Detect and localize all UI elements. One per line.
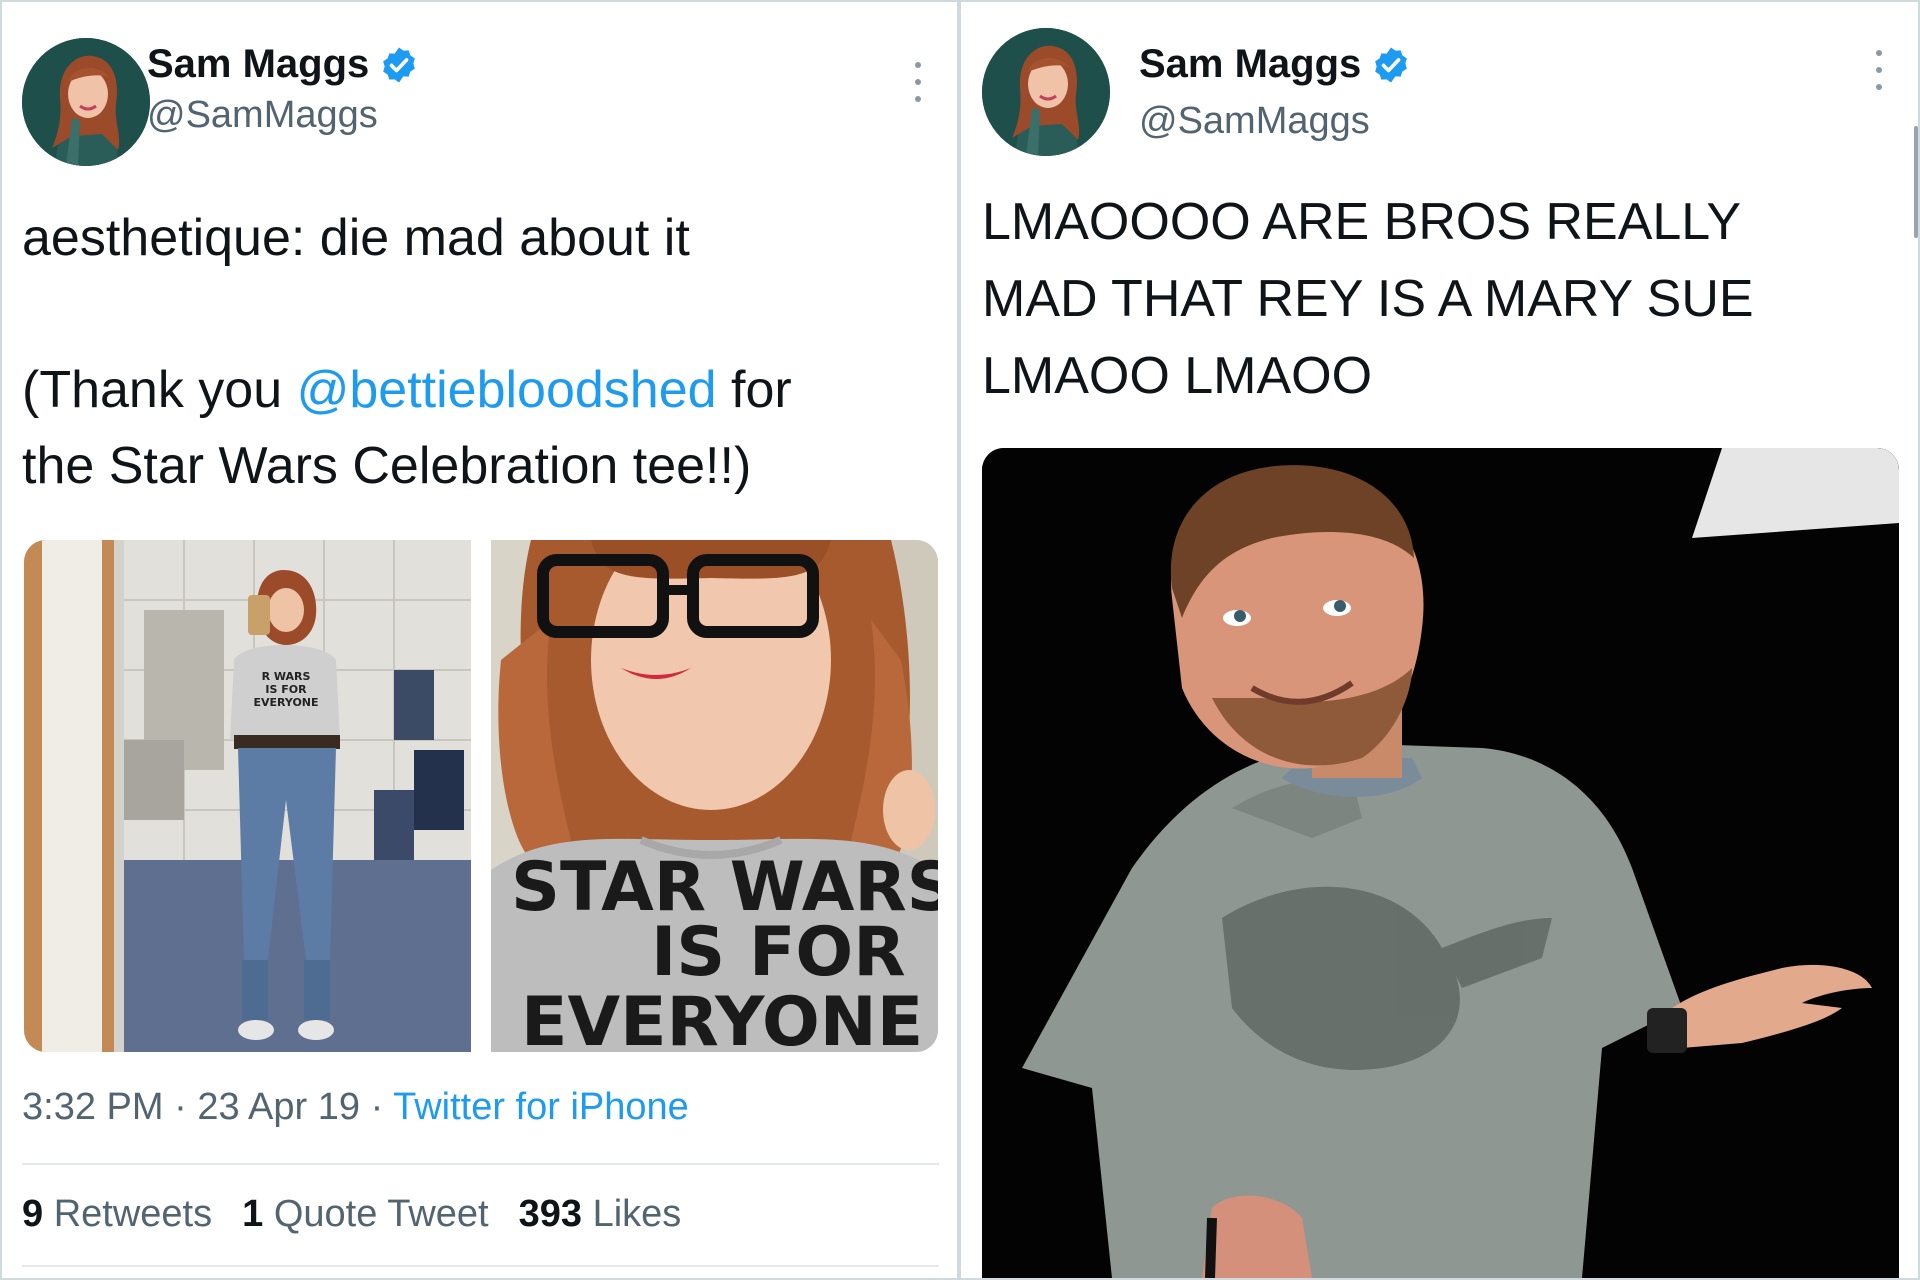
tweet-left: Sam Maggs @SamMaggs aesthetique: die mad…: [2, 0, 957, 1280]
meta-separator: ·: [174, 1086, 187, 1128]
tweet-text-line-2: MAD THAT REY IS A MARY SUE: [982, 270, 1754, 328]
tweet-text-line-2: (Thank you @bettiebloodshed for: [22, 352, 792, 428]
shrugging-man-image: [982, 448, 1899, 1278]
tweet-time[interactable]: 3:32 PM: [22, 1086, 164, 1128]
retweets-label: Retweets: [53, 1193, 213, 1235]
shirt-text-6: EVERYONE: [521, 983, 923, 1052]
tweet-text-suffix: for: [716, 361, 792, 419]
likes-count: 393: [518, 1193, 582, 1235]
shirt-text-5: IS FOR: [651, 913, 906, 992]
avatar-image: [982, 28, 1110, 156]
quote-count: 1: [242, 1193, 264, 1235]
more-options-icon[interactable]: [1874, 50, 1884, 90]
tweet-text-line-1: LMAOOOO ARE BROS REALLY: [982, 193, 1742, 251]
scrollbar[interactable]: [1914, 126, 1918, 238]
more-options-icon[interactable]: [913, 62, 923, 102]
tweet-text-line-1: aesthetique: die mad about it: [22, 209, 690, 267]
tweet-photo-2[interactable]: STAR WARS IS FOR EVERYONE: [491, 540, 938, 1052]
mirror-selfie-image: R WARS IS FOR EVERYONE: [24, 540, 471, 1052]
avatar-image: [22, 38, 150, 166]
verified-badge-icon: [1375, 47, 1408, 82]
author-name[interactable]: Sam Maggs: [147, 42, 369, 87]
tweet-photo[interactable]: [982, 448, 1899, 1278]
avatar[interactable]: [982, 28, 1110, 156]
author-name-row[interactable]: Sam Maggs: [1139, 42, 1411, 87]
shirt-text-1: R WARS: [262, 670, 311, 683]
tweet-text-prefix: (Thank you: [22, 361, 297, 419]
mention-link[interactable]: @bettiebloodshed: [297, 361, 717, 419]
author-name[interactable]: Sam Maggs: [1139, 42, 1361, 87]
quote-label: Quote Tweet: [273, 1193, 489, 1235]
tweet-photo-1[interactable]: R WARS IS FOR EVERYONE: [24, 540, 471, 1052]
likes-label: Likes: [592, 1193, 682, 1235]
retweets-count: 9: [22, 1193, 44, 1235]
verified-badge-icon: [383, 47, 416, 82]
meta-separator: ·: [370, 1086, 384, 1128]
tweet-date[interactable]: 23 Apr 19: [197, 1086, 360, 1128]
author-handle[interactable]: @SamMaggs: [147, 94, 378, 137]
tweet-timestamp-row: 3:32 PM · 23 Apr 19 · Twitter for iPhone: [22, 1086, 689, 1129]
shirt-text-3: EVERYONE: [253, 696, 318, 709]
divider: [22, 1163, 939, 1165]
tweet-stats-row: 9 Retweets 1 Quote Tweet 393 Likes: [22, 1193, 681, 1236]
closeup-selfie-image: STAR WARS IS FOR EVERYONE: [491, 540, 938, 1052]
tweet-source-link[interactable]: Twitter for iPhone: [393, 1086, 689, 1128]
author-name-row[interactable]: Sam Maggs: [147, 42, 419, 87]
tweet-right: Sam Maggs @SamMaggs LMAOOOO ARE BROS REA…: [961, 0, 1918, 1280]
quote-tweets-stat[interactable]: 1 Quote Tweet: [242, 1193, 488, 1236]
divider: [22, 1265, 939, 1267]
avatar[interactable]: [22, 38, 150, 166]
shirt-text-2: IS FOR: [265, 683, 307, 696]
tweet-text-line-3: LMAOO LMAOO: [982, 347, 1373, 405]
likes-stat[interactable]: 393 Likes: [519, 1193, 682, 1236]
tweet-text-line-3: the Star Wars Celebration tee!!): [22, 437, 752, 495]
retweets-stat[interactable]: 9 Retweets: [22, 1193, 212, 1236]
author-handle[interactable]: @SamMaggs: [1139, 100, 1370, 143]
